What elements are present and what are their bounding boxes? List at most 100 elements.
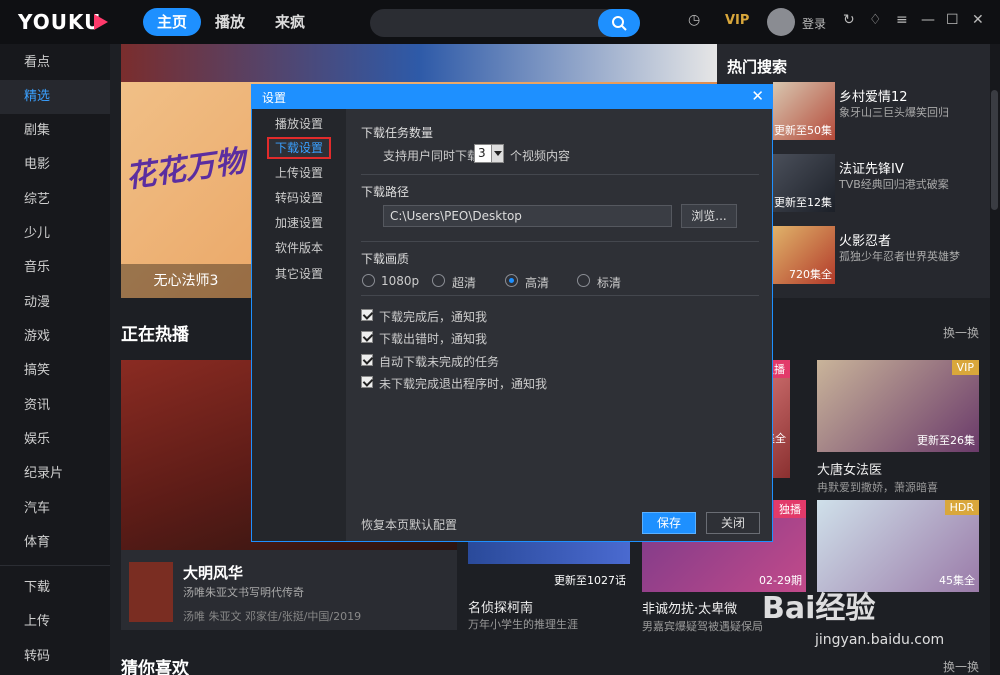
- checkbox-auto-resume[interactable]: [361, 354, 373, 366]
- quality-label-sd: 标清: [597, 276, 622, 290]
- hot-search-desc: 象牙山三巨头爆笑回归: [839, 106, 949, 119]
- hot-search-name: 乡村爱情12: [839, 90, 908, 105]
- checkbox-label-auto-resume: 自动下载未完成的任务: [379, 355, 500, 369]
- top-bar: YOUKU 主页 播放 来疯 ◷ VIP 登录 ↻ ♢ ≡ — ☐ ✕: [0, 0, 1000, 44]
- refresh-guess-link[interactable]: 换一换: [943, 658, 979, 675]
- sidebar-item-upload[interactable]: 上传: [0, 605, 110, 639]
- sidebar-item-download[interactable]: 下载: [0, 571, 110, 605]
- checkbox-notify-exit[interactable]: [361, 376, 373, 388]
- banner-caption[interactable]: 无心法师3: [121, 264, 251, 298]
- hdr-badge: HDR: [944, 500, 979, 515]
- sidebar-item-dianying[interactable]: 电影: [0, 148, 110, 182]
- browse-button[interactable]: 浏览...: [681, 204, 737, 228]
- settings-body: 下载任务数量 支持用户同时下载 3 个视频内容 下载路径 浏览... 下载画质 …: [346, 109, 772, 541]
- quality-heading: 下载画质: [361, 252, 410, 266]
- video-card[interactable]: 更新至1027话 名侦探柯南 万年小学生的推理生涯: [468, 542, 630, 632]
- minimize-icon[interactable]: —: [921, 12, 935, 28]
- video-desc: 万年小学生的推理生涯: [468, 618, 578, 631]
- hot-search-thumb: 720集全: [773, 226, 835, 284]
- watermark-url: jingyan.baidu.com: [815, 632, 945, 648]
- quality-radio-superhd[interactable]: [432, 274, 445, 287]
- close-window-icon[interactable]: ✕: [972, 12, 984, 28]
- task-count-heading: 下载任务数量: [361, 126, 434, 140]
- settings-nav-other[interactable]: 其它设置: [252, 263, 346, 285]
- sidebar-item-kandian[interactable]: 看点: [0, 46, 110, 80]
- episode-label: 更新至1027话: [554, 574, 626, 587]
- settings-nav-upload[interactable]: 上传设置: [252, 162, 346, 184]
- download-path-input[interactable]: [383, 205, 672, 227]
- divider: [361, 174, 759, 175]
- episode-label: 更新至50集: [774, 124, 832, 137]
- quality-label-superhd: 超清: [452, 276, 477, 290]
- save-button[interactable]: 保存: [642, 512, 696, 534]
- sidebar-item-zixun[interactable]: 资讯: [0, 389, 110, 423]
- skin-icon[interactable]: ♢: [869, 12, 882, 28]
- divider: [361, 295, 759, 296]
- tab-home[interactable]: 主页: [143, 8, 202, 36]
- history-icon[interactable]: ◷: [688, 12, 700, 28]
- section-title-now-playing: 正在热播: [121, 325, 189, 345]
- sidebar-item-jingxuan[interactable]: 精选: [0, 80, 110, 114]
- hot-search-name: 法证先锋IV: [839, 162, 904, 177]
- watermark-logo: Bai经验: [762, 591, 876, 626]
- divider: [361, 241, 759, 242]
- sidebar-item-qiche[interactable]: 汽车: [0, 492, 110, 526]
- quality-radio-hd[interactable]: [505, 274, 518, 287]
- checkbox-notify-error[interactable]: [361, 331, 373, 343]
- page-scrollbar[interactable]: [990, 44, 1000, 675]
- checkbox-notify-complete[interactable]: [361, 309, 373, 321]
- featured-name: 大明风华: [183, 564, 244, 582]
- hot-search-thumb: 更新至50集: [773, 82, 835, 140]
- sidebar-item-dongman[interactable]: 动漫: [0, 286, 110, 320]
- episode-label: 720集全: [789, 268, 832, 281]
- settings-nav-version[interactable]: 软件版本: [252, 237, 346, 259]
- settings-nav-transcode[interactable]: 转码设置: [252, 187, 346, 209]
- refresh-now-playing-link[interactable]: 换一换: [943, 324, 979, 341]
- settings-nav-play[interactable]: 播放设置: [252, 113, 346, 135]
- featured-info: 大明风华 汤唯朱亚文书写明代传奇 汤唯 朱亚文 邓家佳/张挺/中国/2019: [121, 550, 457, 630]
- scrollbar-thumb[interactable]: [991, 90, 998, 210]
- tab-laifeng[interactable]: 来疯: [275, 8, 305, 36]
- section-title-guess: 猜你喜欢: [121, 659, 189, 675]
- featured-desc: 汤唯朱亚文书写明代传奇: [183, 586, 304, 599]
- settings-nav-download[interactable]: 下载设置: [267, 137, 331, 159]
- sidebar-item-tiyu[interactable]: 体育: [0, 526, 110, 560]
- search-button[interactable]: [598, 9, 640, 37]
- settings-nav: 播放设置 下载设置 上传设置 转码设置 加速设置 软件版本 其它设置: [252, 109, 346, 541]
- maximize-icon[interactable]: ☐: [946, 12, 959, 28]
- quality-radio-1080p[interactable]: [362, 274, 375, 287]
- login-link[interactable]: 登录: [802, 15, 826, 32]
- dialog-footer: 恢复本页默认配置 保存 关闭: [346, 503, 772, 541]
- video-card[interactable]: VIP 更新至26集 大唐女法医 冉默爱到撒娇，萧源暗喜: [817, 360, 979, 500]
- sidebar-item-zongyi[interactable]: 综艺: [0, 183, 110, 217]
- sidebar-item-juji[interactable]: 剧集: [0, 114, 110, 148]
- checkbox-label-notify-error: 下载出错时，通知我: [379, 332, 488, 346]
- sidebar-item-youxi[interactable]: 游戏: [0, 320, 110, 354]
- sidebar-item-transcode[interactable]: 转码: [0, 640, 110, 674]
- close-icon[interactable]: ✕: [751, 87, 764, 105]
- banner-top-strip: [121, 44, 717, 82]
- sidebar-item-jilupian[interactable]: 纪录片: [0, 457, 110, 491]
- tab-play[interactable]: 播放: [215, 8, 245, 36]
- sidebar-item-yinyue[interactable]: 音乐: [0, 251, 110, 285]
- sidebar-item-gaoxiao[interactable]: 搞笑: [0, 354, 110, 388]
- banner-logo-text: 花花万物: [123, 143, 248, 196]
- video-desc: 男嘉宾爆疑驾被遇疑保局: [642, 620, 763, 633]
- close-button[interactable]: 关闭: [706, 512, 760, 534]
- vip-badge: VIP: [951, 360, 979, 375]
- dialog-header[interactable]: 设置 ✕: [252, 85, 772, 109]
- avatar[interactable]: [767, 8, 795, 36]
- youku-logo[interactable]: YOUKU: [18, 10, 101, 34]
- video-name: 名侦探柯南: [468, 601, 534, 616]
- task-count-select[interactable]: 3: [474, 144, 504, 163]
- hot-search-title: 热门搜索: [727, 58, 788, 76]
- sidebar-item-shaoer[interactable]: 少儿: [0, 217, 110, 251]
- vip-link[interactable]: VIP: [725, 13, 749, 28]
- refresh-icon[interactable]: ↻: [843, 12, 855, 28]
- menu-icon[interactable]: ≡: [896, 12, 908, 28]
- settings-nav-accelerate[interactable]: 加速设置: [252, 212, 346, 234]
- sidebar-item-yule[interactable]: 娱乐: [0, 423, 110, 457]
- restore-defaults-link[interactable]: 恢复本页默认配置: [361, 516, 457, 533]
- quality-radio-sd[interactable]: [577, 274, 590, 287]
- dropdown-arrow-icon[interactable]: [491, 145, 503, 162]
